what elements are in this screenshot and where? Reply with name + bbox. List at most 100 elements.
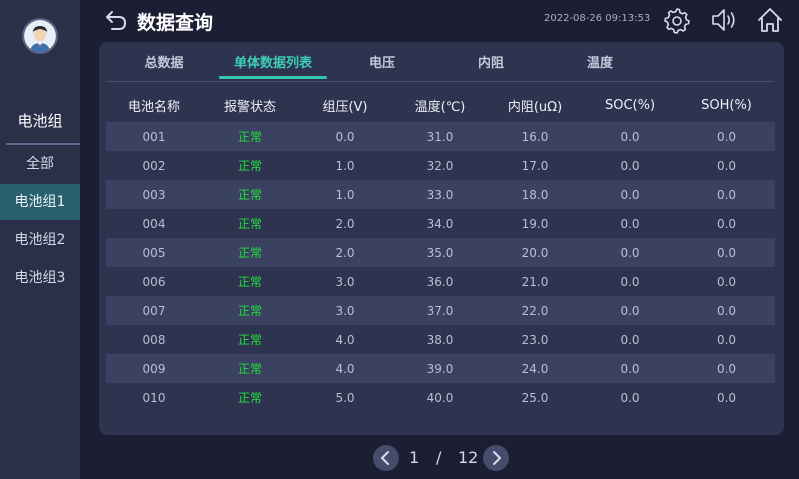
data-panel: 总数据 单体数据列表 电压 内阻 温度 电池名称 报警状态 组压(V) 温度(℃… bbox=[99, 42, 784, 435]
cell-voltage: 1.0 bbox=[298, 151, 392, 180]
sidebar-item-battery-group-2[interactable]: 电池组2 bbox=[0, 222, 80, 258]
cell-soh: 0.0 bbox=[678, 180, 775, 209]
cell-resistance: 22.0 bbox=[488, 296, 582, 325]
cell-soh: 0.0 bbox=[678, 296, 775, 325]
cell-temperature: 39.0 bbox=[392, 354, 488, 383]
speaker-icon[interactable] bbox=[709, 6, 737, 34]
tab-bar: 总数据 单体数据列表 电压 内阻 温度 bbox=[99, 42, 784, 82]
cell-temperature: 33.0 bbox=[392, 180, 488, 209]
timestamp: 2022-08-26 09:13:53 bbox=[544, 13, 651, 24]
chevron-right-icon bbox=[493, 451, 501, 465]
cell-resistance: 24.0 bbox=[488, 354, 582, 383]
table-row: 009 正常 4.0 39.0 24.0 0.0 0.0 bbox=[106, 354, 775, 383]
cell-temperature: 37.0 bbox=[392, 296, 488, 325]
cell-soh: 0.0 bbox=[678, 209, 775, 238]
sidebar-divider bbox=[6, 143, 80, 145]
cell-status: 正常 bbox=[202, 238, 298, 267]
back-arrow-icon[interactable] bbox=[104, 9, 128, 31]
table-row: 002 正常 1.0 32.0 17.0 0.0 0.0 bbox=[106, 151, 775, 180]
tab-resistance[interactable]: 内阻 bbox=[463, 52, 519, 80]
cell-soc: 0.0 bbox=[582, 296, 678, 325]
column-header-resistance: 内阻(uΩ) bbox=[507, 99, 563, 115]
tab-voltage[interactable]: 电压 bbox=[354, 52, 410, 80]
user-avatar[interactable] bbox=[22, 18, 58, 54]
cell-name: 005 bbox=[106, 238, 202, 267]
cell-temperature: 31.0 bbox=[392, 122, 488, 151]
cell-status: 正常 bbox=[202, 267, 298, 296]
cell-resistance: 19.0 bbox=[488, 209, 582, 238]
column-header-temperature: 温度(℃) bbox=[414, 99, 466, 115]
cell-voltage: 4.0 bbox=[298, 354, 392, 383]
active-tab-indicator bbox=[219, 76, 327, 79]
current-page: 1 bbox=[409, 448, 420, 467]
cell-resistance: 25.0 bbox=[488, 383, 582, 412]
cell-temperature: 32.0 bbox=[392, 151, 488, 180]
cell-temperature: 38.0 bbox=[392, 325, 488, 354]
cell-soh: 0.0 bbox=[678, 151, 775, 180]
cell-voltage: 4.0 bbox=[298, 325, 392, 354]
cell-status: 正常 bbox=[202, 296, 298, 325]
gear-icon[interactable] bbox=[663, 6, 691, 34]
cell-resistance: 23.0 bbox=[488, 325, 582, 354]
cell-temperature: 36.0 bbox=[392, 267, 488, 296]
sidebar-item-battery-group-1[interactable]: 电池组1 bbox=[0, 184, 80, 220]
cell-resistance: 16.0 bbox=[488, 122, 582, 151]
cell-data-table: 电池名称 报警状态 组压(V) 温度(℃) 内阻(uΩ) SOC(%) SOH(… bbox=[106, 88, 775, 412]
cell-resistance: 21.0 bbox=[488, 267, 582, 296]
cell-soh: 0.0 bbox=[678, 354, 775, 383]
column-header-soh: SOH(%) bbox=[701, 97, 752, 113]
cell-name: 008 bbox=[106, 325, 202, 354]
cell-soh: 0.0 bbox=[678, 267, 775, 296]
cell-soc: 0.0 bbox=[582, 122, 678, 151]
cell-status: 正常 bbox=[202, 209, 298, 238]
cell-status: 正常 bbox=[202, 325, 298, 354]
cell-status: 正常 bbox=[202, 180, 298, 209]
cell-soc: 0.0 bbox=[582, 383, 678, 412]
cell-name: 002 bbox=[106, 151, 202, 180]
cell-name: 006 bbox=[106, 267, 202, 296]
tab-total-data[interactable]: 总数据 bbox=[127, 52, 201, 80]
cell-soc: 0.0 bbox=[582, 151, 678, 180]
sidebar-item-battery-group-3[interactable]: 电池组3 bbox=[0, 260, 80, 296]
sidebar-item-all[interactable]: 全部 bbox=[0, 146, 80, 182]
cell-soh: 0.0 bbox=[678, 238, 775, 267]
cell-temperature: 35.0 bbox=[392, 238, 488, 267]
column-header-voltage: 组压(V) bbox=[322, 99, 368, 115]
cell-name: 009 bbox=[106, 354, 202, 383]
cell-name: 003 bbox=[106, 180, 202, 209]
cell-soc: 0.0 bbox=[582, 267, 678, 296]
cell-soh: 0.0 bbox=[678, 325, 775, 354]
home-icon[interactable] bbox=[756, 6, 784, 34]
tab-temperature[interactable]: 温度 bbox=[572, 52, 628, 80]
cell-name: 007 bbox=[106, 296, 202, 325]
total-pages: 12 bbox=[458, 448, 479, 467]
cell-soh: 0.0 bbox=[678, 122, 775, 151]
cell-soc: 0.0 bbox=[582, 209, 678, 238]
cell-status: 正常 bbox=[202, 122, 298, 151]
cell-soc: 0.0 bbox=[582, 354, 678, 383]
cell-resistance: 18.0 bbox=[488, 180, 582, 209]
table-row: 008 正常 4.0 38.0 23.0 0.0 0.0 bbox=[106, 325, 775, 354]
sidebar-title: 电池组 bbox=[17, 112, 63, 130]
cell-voltage: 0.0 bbox=[298, 122, 392, 151]
cell-temperature: 40.0 bbox=[392, 383, 488, 412]
table-row: 005 正常 2.0 35.0 20.0 0.0 0.0 bbox=[106, 238, 775, 267]
table-row: 006 正常 3.0 36.0 21.0 0.0 0.0 bbox=[106, 267, 775, 296]
chevron-left-icon bbox=[381, 451, 389, 465]
cell-name: 010 bbox=[106, 383, 202, 412]
cell-voltage: 5.0 bbox=[298, 383, 392, 412]
cell-temperature: 34.0 bbox=[392, 209, 488, 238]
table-row: 010 正常 5.0 40.0 25.0 0.0 0.0 bbox=[106, 383, 775, 412]
next-page-button[interactable] bbox=[483, 445, 509, 471]
table-row: 001 正常 0.0 31.0 16.0 0.0 0.0 bbox=[106, 122, 775, 151]
table-row: 003 正常 1.0 33.0 18.0 0.0 0.0 bbox=[106, 180, 775, 209]
cell-name: 001 bbox=[106, 122, 202, 151]
cell-voltage: 2.0 bbox=[298, 238, 392, 267]
prev-page-button[interactable] bbox=[373, 445, 399, 471]
sidebar: 电池组 全部 电池组1 电池组2 电池组3 bbox=[0, 0, 80, 479]
cell-soc: 0.0 bbox=[582, 180, 678, 209]
page-title: 数据查询 bbox=[137, 12, 214, 34]
cell-name: 004 bbox=[106, 209, 202, 238]
cell-resistance: 17.0 bbox=[488, 151, 582, 180]
cell-soc: 0.0 bbox=[582, 325, 678, 354]
